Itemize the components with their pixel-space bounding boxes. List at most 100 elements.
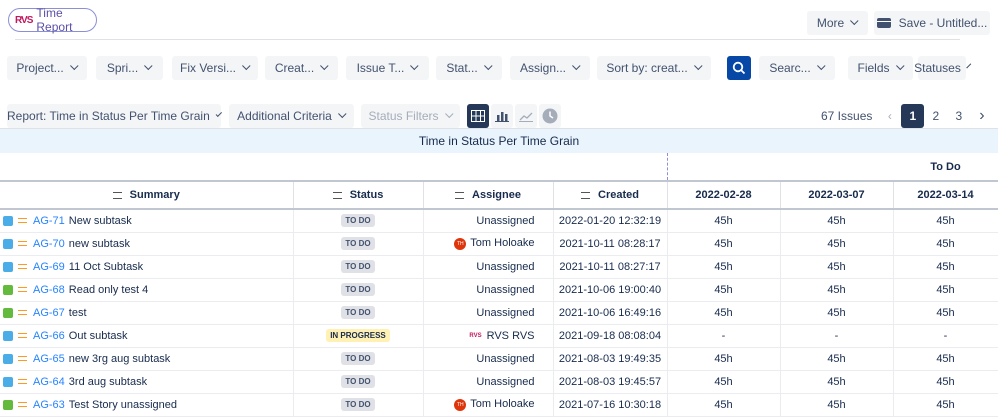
chevron-down-icon: [816, 61, 826, 71]
save-button[interactable]: Save - Untitled...: [874, 11, 990, 35]
column-header[interactable]: Created: [553, 181, 668, 210]
bar-chart-icon: [495, 112, 509, 122]
chevron-down-icon: [320, 61, 329, 71]
filter-dropdown[interactable]: Stat...: [436, 56, 502, 80]
issue-key-link[interactable]: AG-67: [33, 307, 65, 319]
priority-medium-icon: [18, 264, 27, 270]
page-3[interactable]: 3: [947, 104, 970, 128]
subtask-icon: [3, 330, 13, 341]
subtask-icon: [3, 238, 13, 249]
page-2[interactable]: 2: [924, 104, 947, 128]
column-header: 2022-03-14: [893, 181, 998, 210]
table-view-button[interactable]: [467, 104, 489, 128]
report-table: To Do Summary Status Assignee Created 2022-0…: [0, 153, 998, 417]
filter-dropdown[interactable]: Creat...: [265, 56, 338, 80]
subtask-icon: [3, 376, 13, 387]
status-filters-dropdown[interactable]: Status Filters: [361, 104, 460, 128]
issue-key-link[interactable]: AG-66: [33, 330, 65, 342]
search-button[interactable]: [727, 56, 751, 80]
issue-key-link[interactable]: AG-70: [33, 238, 65, 250]
prev-page-icon[interactable]: ‹: [878, 104, 901, 128]
status-badge: TO DO: [341, 237, 375, 250]
more-button[interactable]: More: [807, 11, 868, 35]
avatar: TH: [454, 398, 467, 411]
time-report-app-button[interactable]: RVS Time Report: [8, 6, 97, 34]
table-row: AG-65 new 3rg aug subtask TO DO Unassigne…: [0, 347, 998, 371]
chevron-down-icon: [572, 61, 581, 71]
chevron-down-icon: [850, 16, 859, 26]
report-type-dropdown[interactable]: Report: Time in Status Per Time Grain: [7, 104, 222, 128]
grid-icon: [471, 110, 485, 122]
column-header[interactable]: Status: [293, 181, 424, 210]
bar-chart-view-button[interactable]: [491, 104, 513, 128]
status-badge: TO DO: [341, 214, 375, 228]
filter-dropdown[interactable]: Fix Versi...: [172, 56, 258, 80]
sort-icon: [455, 191, 465, 199]
chevron-down-icon: [144, 61, 153, 71]
filter-dropdown[interactable]: Project...: [7, 56, 87, 80]
issue-key-link[interactable]: AG-64: [33, 376, 65, 388]
table-row: AG-63 Test Story unassigned TO DO TH Tom H…: [0, 393, 998, 417]
card-icon: [876, 18, 891, 28]
issue-key-link[interactable]: AG-68: [33, 284, 65, 296]
next-page-icon[interactable]: ›: [970, 104, 993, 128]
story-icon: [3, 307, 13, 318]
chevron-down-icon: [242, 61, 251, 71]
table-row: AG-68 Read only test 4 TO DO Unassigned 2…: [0, 278, 998, 302]
table-row: AG-69 11 Oct Subtask TO DO Unassigned 202…: [0, 255, 998, 279]
priority-medium-icon: [18, 310, 27, 316]
avatar: RVS: [469, 332, 482, 339]
status-badge: TO DO: [341, 352, 375, 365]
table-row: AG-71 New subtask TO DO Unassigned 2022-0…: [0, 209, 998, 233]
priority-medium-icon: [18, 402, 27, 408]
filter-dropdown[interactable]: Searc...: [759, 56, 835, 80]
sort-icon: [581, 191, 591, 199]
filter-dropdown[interactable]: Statuses: [914, 56, 972, 80]
issue-key-link[interactable]: AG-63: [33, 399, 65, 411]
status-badge: TO DO: [341, 260, 375, 273]
story-icon: [3, 399, 13, 410]
subtask-icon: [3, 261, 13, 272]
chevron-down-icon: [410, 61, 419, 71]
status-badge: TO DO: [341, 306, 375, 319]
priority-medium-icon: [18, 379, 27, 385]
rvs-logo: RVS: [15, 14, 33, 26]
chevron-down-icon: [444, 109, 454, 119]
priority-medium-icon: [18, 356, 27, 362]
divider: [15, 39, 960, 40]
page-1[interactable]: 1: [901, 104, 925, 128]
line-chart-view-button[interactable]: [515, 104, 537, 128]
status-group-header: To Do: [893, 153, 998, 182]
status-badge: TO DO: [341, 283, 375, 296]
column-header[interactable]: Assignee: [423, 181, 554, 210]
filter-dropdown[interactable]: Sort by: creat...: [597, 56, 711, 80]
table-row: AG-66 Out subtask IN PROGRESS RVS RVS RVS …: [0, 324, 998, 348]
column-header[interactable]: Summary: [0, 181, 294, 210]
priority-medium-icon: [18, 333, 27, 339]
filter-dropdown[interactable]: Issue T...: [346, 56, 429, 80]
table-row: AG-64 3rd aug subtask TO DO Unassigned 20…: [0, 370, 998, 394]
filter-dropdown[interactable]: Fields: [848, 56, 913, 80]
status-badge: IN PROGRESS: [326, 329, 390, 342]
priority-medium-icon: [18, 287, 27, 293]
report-title: Time in Status Per Time Grain: [0, 128, 998, 153]
sort-icon: [112, 191, 122, 199]
chevron-down-icon: [966, 63, 972, 69]
pagination: 67 Issues ‹ 1 2 3 ›: [821, 104, 993, 128]
issue-key-link[interactable]: AG-71: [33, 215, 65, 227]
column-header: 2022-03-07: [780, 181, 894, 210]
filter-dropdown[interactable]: Spri...: [96, 56, 163, 80]
filter-dropdown[interactable]: Assign...: [510, 56, 590, 80]
column-header: 2022-02-28: [666, 181, 781, 210]
clock-view-button[interactable]: [539, 104, 561, 128]
issue-key-link[interactable]: AG-65: [33, 353, 65, 365]
status-badge: TO DO: [341, 398, 375, 411]
priority-medium-icon: [18, 218, 27, 224]
table-row: AG-67 test TO DO Unassigned 2021-10-06 16…: [0, 301, 998, 325]
chevron-down-icon: [693, 61, 703, 71]
search-icon: [732, 61, 746, 75]
subtask-icon: [3, 215, 13, 226]
status-badge: TO DO: [341, 375, 375, 388]
issue-key-link[interactable]: AG-69: [33, 261, 65, 273]
additional-criteria-dropdown[interactable]: Additional Criteria: [229, 104, 354, 128]
